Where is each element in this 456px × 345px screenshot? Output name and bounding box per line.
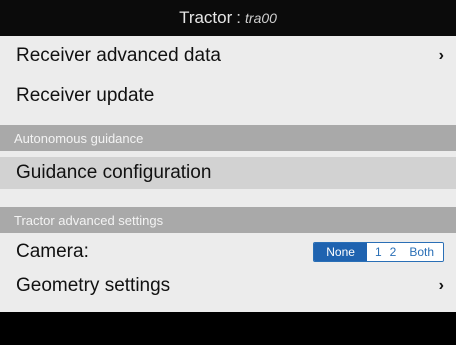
- menu-item-label: Guidance configuration: [16, 162, 212, 183]
- settings-panel: Receiver advanced data › Receiver update…: [0, 36, 456, 312]
- camera-segmented-control[interactable]: None 1 2 Both: [313, 242, 444, 262]
- section-title: Tractor advanced settings: [14, 212, 164, 228]
- title-bar: Tractor : tra00: [0, 0, 456, 36]
- menu-item-camera: Camera: None 1 2 Both: [0, 233, 456, 271]
- menu-item-label: Geometry settings: [16, 275, 171, 296]
- section-header-autonomous: Autonomous guidance: [0, 125, 456, 151]
- camera-option-2[interactable]: 2: [385, 243, 401, 261]
- menu-item-receiver-advanced[interactable]: Receiver advanced data ›: [0, 36, 456, 76]
- section-header-tractor: Tractor advanced settings: [0, 207, 456, 233]
- camera-option-both[interactable]: Both: [400, 243, 443, 261]
- menu-item-label: Receiver update: [16, 84, 155, 106]
- camera-option-none[interactable]: None: [314, 243, 367, 261]
- menu-item-guidance-configuration[interactable]: Guidance configuration: [0, 157, 456, 189]
- chevron-right-icon: ›: [438, 277, 444, 294]
- screen: Tractor : tra00 Receiver advanced data ›…: [0, 0, 456, 345]
- chevron-right-icon: ›: [438, 47, 444, 64]
- section-title: Autonomous guidance: [14, 130, 144, 146]
- camera-option-1[interactable]: 1: [366, 243, 386, 261]
- camera-label: Camera:: [16, 241, 89, 262]
- menu-item-label: Receiver advanced data: [16, 45, 221, 66]
- menu-item-receiver-update[interactable]: Receiver update: [0, 76, 456, 115]
- window-subtitle: tra00: [245, 10, 277, 26]
- bottom-bar: [0, 312, 456, 345]
- title-separator: :: [236, 8, 242, 27]
- window-title: Tractor: [179, 8, 233, 27]
- menu-item-geometry-settings[interactable]: Geometry settings ›: [0, 271, 456, 301]
